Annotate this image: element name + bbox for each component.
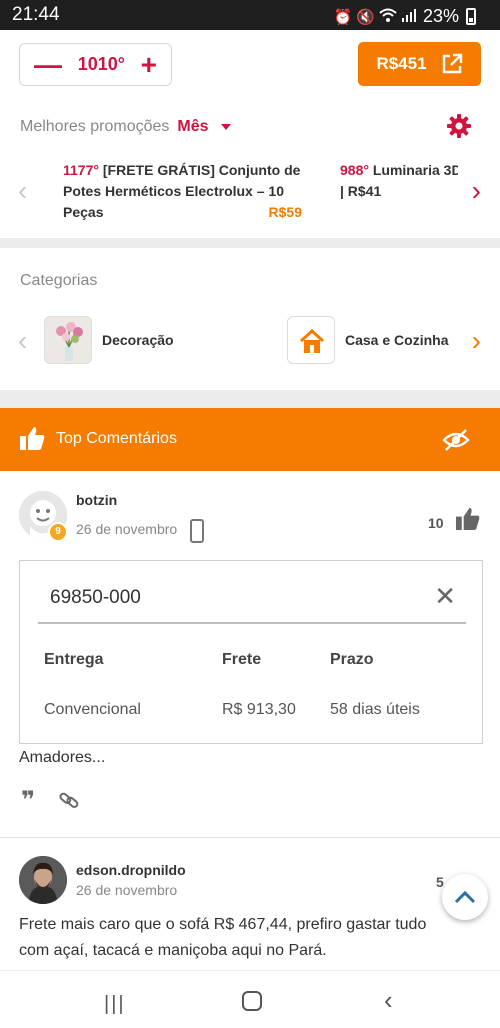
shipping-frete: R$ 913,30 (222, 701, 296, 718)
shipping-header-frete: Frete (222, 651, 262, 668)
vote-control: — 1010° + (19, 43, 172, 86)
categories-prev-button[interactable]: ‹ (18, 327, 27, 355)
category-thumbnail (44, 316, 92, 364)
phone-icon (190, 519, 204, 543)
thumbs-up-icon[interactable] (455, 506, 481, 536)
link-icon[interactable] (58, 790, 80, 810)
promotions-section: Melhores promoções Mês ‹ 1177° [FRETE GR… (0, 98, 500, 238)
period-selector[interactable]: Mês (177, 118, 208, 136)
comment-likes: 10 (428, 515, 444, 531)
recent-apps-button[interactable]: ||| (104, 993, 126, 1016)
comment-divider (0, 837, 500, 838)
deal-temperature: 1010° (77, 54, 125, 74)
gear-icon[interactable] (446, 113, 472, 139)
vote-up-button[interactable]: + (141, 50, 157, 79)
external-link-icon (441, 53, 463, 75)
user-level-badge: 9 (48, 522, 68, 542)
promotions-title: Melhores promoções (20, 118, 170, 135)
top-bar: — 1010° + R$451 (0, 30, 500, 98)
android-nav-bar: ||| ‹ (0, 970, 500, 1028)
thumbs-up-icon (19, 425, 46, 456)
comment-date: 26 de novembro (76, 882, 178, 898)
deal-card[interactable]: 988° Luminaria 3D | R$41 (340, 160, 458, 202)
period-label: Mês (177, 118, 209, 135)
vote-down-button[interactable]: — (34, 50, 62, 79)
categories-next-button[interactable]: › (472, 327, 481, 355)
deal-card-temp: 1177° (63, 162, 99, 178)
category-thumbnail (287, 316, 335, 364)
status-icons: ⏰ 🔇 23% (334, 6, 476, 27)
deal-price: R$451 (376, 54, 427, 73)
wifi-icon (379, 8, 397, 26)
comment-username[interactable]: edson.dropnildo (76, 862, 186, 878)
shipping-prazo: 58 dias úteis (330, 701, 420, 718)
status-bar: 21:44 ⏰ 🔇 23% (0, 0, 500, 30)
categories-section: Categorias ‹ Decoração Casa e Cozinha › (0, 248, 500, 390)
back-button[interactable]: ‹ (384, 985, 393, 1016)
promotions-header: Melhores promoções Mês (20, 118, 231, 136)
home-button[interactable] (242, 991, 262, 1011)
deal-card-temp: 988° (340, 162, 369, 178)
promotions-prev-button[interactable]: ‹ (18, 177, 27, 205)
signal-icon (401, 8, 417, 26)
top-comments-label: Top Comentários (56, 430, 177, 447)
categories-title: Categorias (20, 272, 98, 289)
top-comments-bar: Top Comentários (0, 408, 500, 471)
category-decoracao[interactable]: Decoração (44, 316, 174, 364)
mute-icon: 🔇 (356, 8, 375, 26)
comment-text: Frete mais caro que o sofá R$ 467,44, pr… (19, 916, 427, 959)
section-divider (0, 238, 500, 248)
comment-date: 26 de novembro (76, 521, 178, 537)
chevron-up-icon (454, 884, 476, 910)
shipping-entrega: Convencional (44, 701, 141, 718)
avatar[interactable] (19, 856, 67, 904)
go-to-deal-button[interactable]: R$451 (358, 42, 481, 86)
shipping-header-prazo: Prazo (330, 651, 374, 668)
section-divider (0, 390, 500, 408)
battery-percent: 23% (422, 6, 459, 26)
eye-off-icon[interactable] (442, 428, 470, 452)
battery-icon (466, 8, 476, 25)
deal-card-price: R$59 (268, 204, 302, 220)
deal-card[interactable]: 1177° [FRETE GRÁTIS] Conjunto de Potes H… (63, 160, 308, 223)
cep-value: 69850-000 (50, 587, 141, 608)
deal-card-price: | R$41 (340, 183, 382, 199)
comment-text: Amadores... (19, 749, 106, 766)
close-icon: ✕ (434, 581, 456, 611)
status-time: 21:44 (12, 4, 60, 25)
comment-username[interactable]: botzin (76, 492, 117, 508)
category-casa-e-cozinha[interactable]: Casa e Cozinha (287, 316, 448, 364)
chevron-down-icon[interactable] (220, 124, 231, 130)
shipping-quote-image: 69850-000 ✕ Entrega Frete Prazo Convenci… (19, 560, 483, 744)
cep-underline (38, 622, 466, 624)
category-label: Casa e Cozinha (345, 332, 449, 348)
promotions-next-button[interactable]: › (472, 177, 481, 205)
alarm-icon: ⏰ (333, 8, 353, 26)
shipping-header-entrega: Entrega (44, 651, 104, 668)
category-label: Decoração (102, 332, 174, 348)
quote-icon[interactable]: ❞ (21, 789, 35, 813)
deal-card-title: Luminaria 3D (372, 162, 458, 178)
deal-card-title: [FRETE GRÁTIS] Conjunto de Potes Herméti… (63, 162, 301, 220)
